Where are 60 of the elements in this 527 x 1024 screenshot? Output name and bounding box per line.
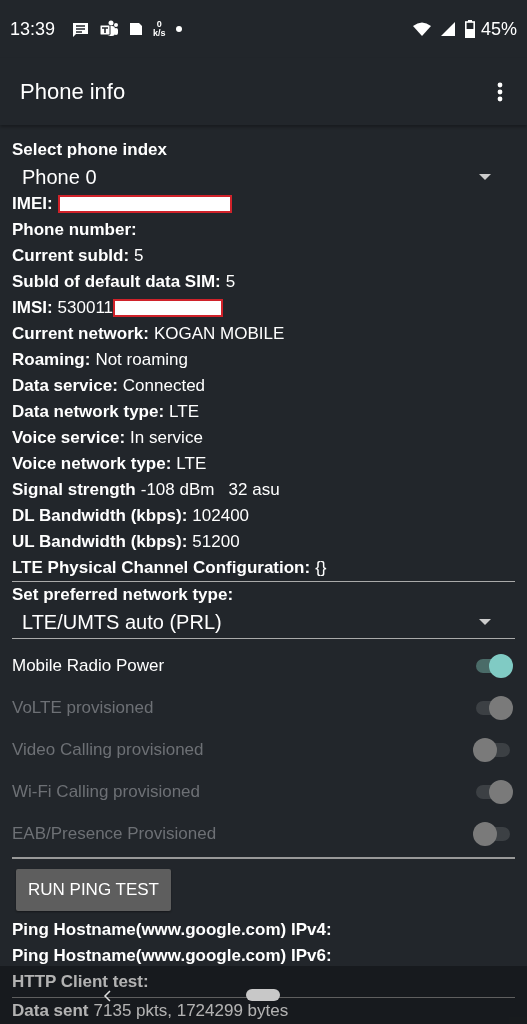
network-type-dropdown[interactable]: LTE/UMTS auto (PRL) bbox=[12, 608, 515, 639]
info-label: IMEI: bbox=[12, 193, 53, 215]
info-label: Data service: bbox=[12, 375, 118, 397]
info-label: DL Bandwidth (kbps): bbox=[12, 505, 188, 527]
battery-percent: 45% bbox=[480, 18, 517, 40]
info-value: Not roaming bbox=[95, 349, 188, 371]
info-value: LTE bbox=[176, 453, 207, 475]
switch-label: Mobile Radio Power bbox=[12, 656, 165, 676]
http-test-label: HTTP Client test: bbox=[12, 972, 149, 991]
info-value: 5 bbox=[134, 245, 144, 267]
back-icon[interactable] bbox=[103, 990, 111, 1002]
info-label: Current subId: bbox=[12, 245, 130, 267]
wifi-icon bbox=[412, 22, 431, 36]
speed-unit: k/s bbox=[153, 29, 166, 38]
message-icon bbox=[71, 21, 90, 37]
info-value: Connected bbox=[122, 375, 206, 397]
clock: 13:39 bbox=[10, 18, 56, 40]
dropdown-arrow-icon bbox=[479, 619, 491, 625]
field-label: Set preferred network type: bbox=[12, 584, 235, 606]
ping-label: Ping Hostname(www.google.com) IPv4: bbox=[12, 919, 333, 941]
battery-icon bbox=[464, 20, 475, 38]
info-label: Phone number: bbox=[12, 219, 137, 241]
info-label: IMSI: bbox=[12, 297, 53, 319]
info-label: Voice network type: bbox=[12, 453, 172, 475]
speed-value: 0 bbox=[156, 20, 162, 29]
field-label: Select phone index bbox=[12, 139, 168, 161]
info-value: LTE bbox=[169, 401, 199, 423]
switch-label: Wi-Fi Calling provisioned bbox=[12, 782, 200, 802]
more-options-icon[interactable] bbox=[497, 81, 503, 102]
info-label: Roaming: bbox=[12, 349, 91, 371]
info-value: 51200 bbox=[192, 531, 240, 553]
phone-index-dropdown[interactable]: Phone 0 bbox=[12, 163, 515, 191]
switch-label: EAB/Presence Provisioned bbox=[12, 824, 217, 844]
info-label: Signal strength bbox=[12, 479, 136, 501]
team-chat-icon bbox=[99, 20, 120, 38]
info-value: 530011 bbox=[57, 297, 114, 319]
switch-label: Video Calling provisioned bbox=[12, 740, 204, 760]
dropdown-arrow-icon bbox=[479, 174, 491, 180]
info-value: KOGAN MOBILE bbox=[153, 323, 285, 345]
info-label: LTE Physical Channel Configuration: bbox=[12, 557, 311, 579]
info-value: -108 dBm 32 asu bbox=[140, 479, 280, 501]
info-label: UL Bandwidth (kbps): bbox=[12, 531, 188, 553]
info-value: In service bbox=[130, 427, 203, 449]
home-handle[interactable] bbox=[246, 989, 280, 1001]
info-value: 7135 pkts, 1724299 bytes bbox=[93, 1000, 289, 1022]
signal-icon bbox=[440, 22, 455, 36]
info-label: Current network: bbox=[12, 323, 149, 345]
run-ping-test-button[interactable]: RUN PING TEST bbox=[16, 869, 171, 911]
info-label: Data sent bbox=[12, 1000, 89, 1022]
info-label: SubId of default data SIM: bbox=[12, 271, 221, 293]
info-label: Voice service: bbox=[12, 427, 126, 449]
switch-label: VoLTE provisioned bbox=[12, 698, 154, 718]
dot-icon bbox=[175, 26, 182, 32]
info-value: 5 bbox=[225, 271, 236, 293]
app-title: Phone info bbox=[20, 78, 126, 105]
sim-card-icon bbox=[129, 22, 144, 36]
info-value: 102400 bbox=[192, 505, 250, 527]
info-label: Data network type: bbox=[12, 401, 165, 423]
info-value: {} bbox=[315, 557, 327, 579]
ping-label: Ping Hostname(www.google.com) IPv6: bbox=[12, 945, 333, 967]
